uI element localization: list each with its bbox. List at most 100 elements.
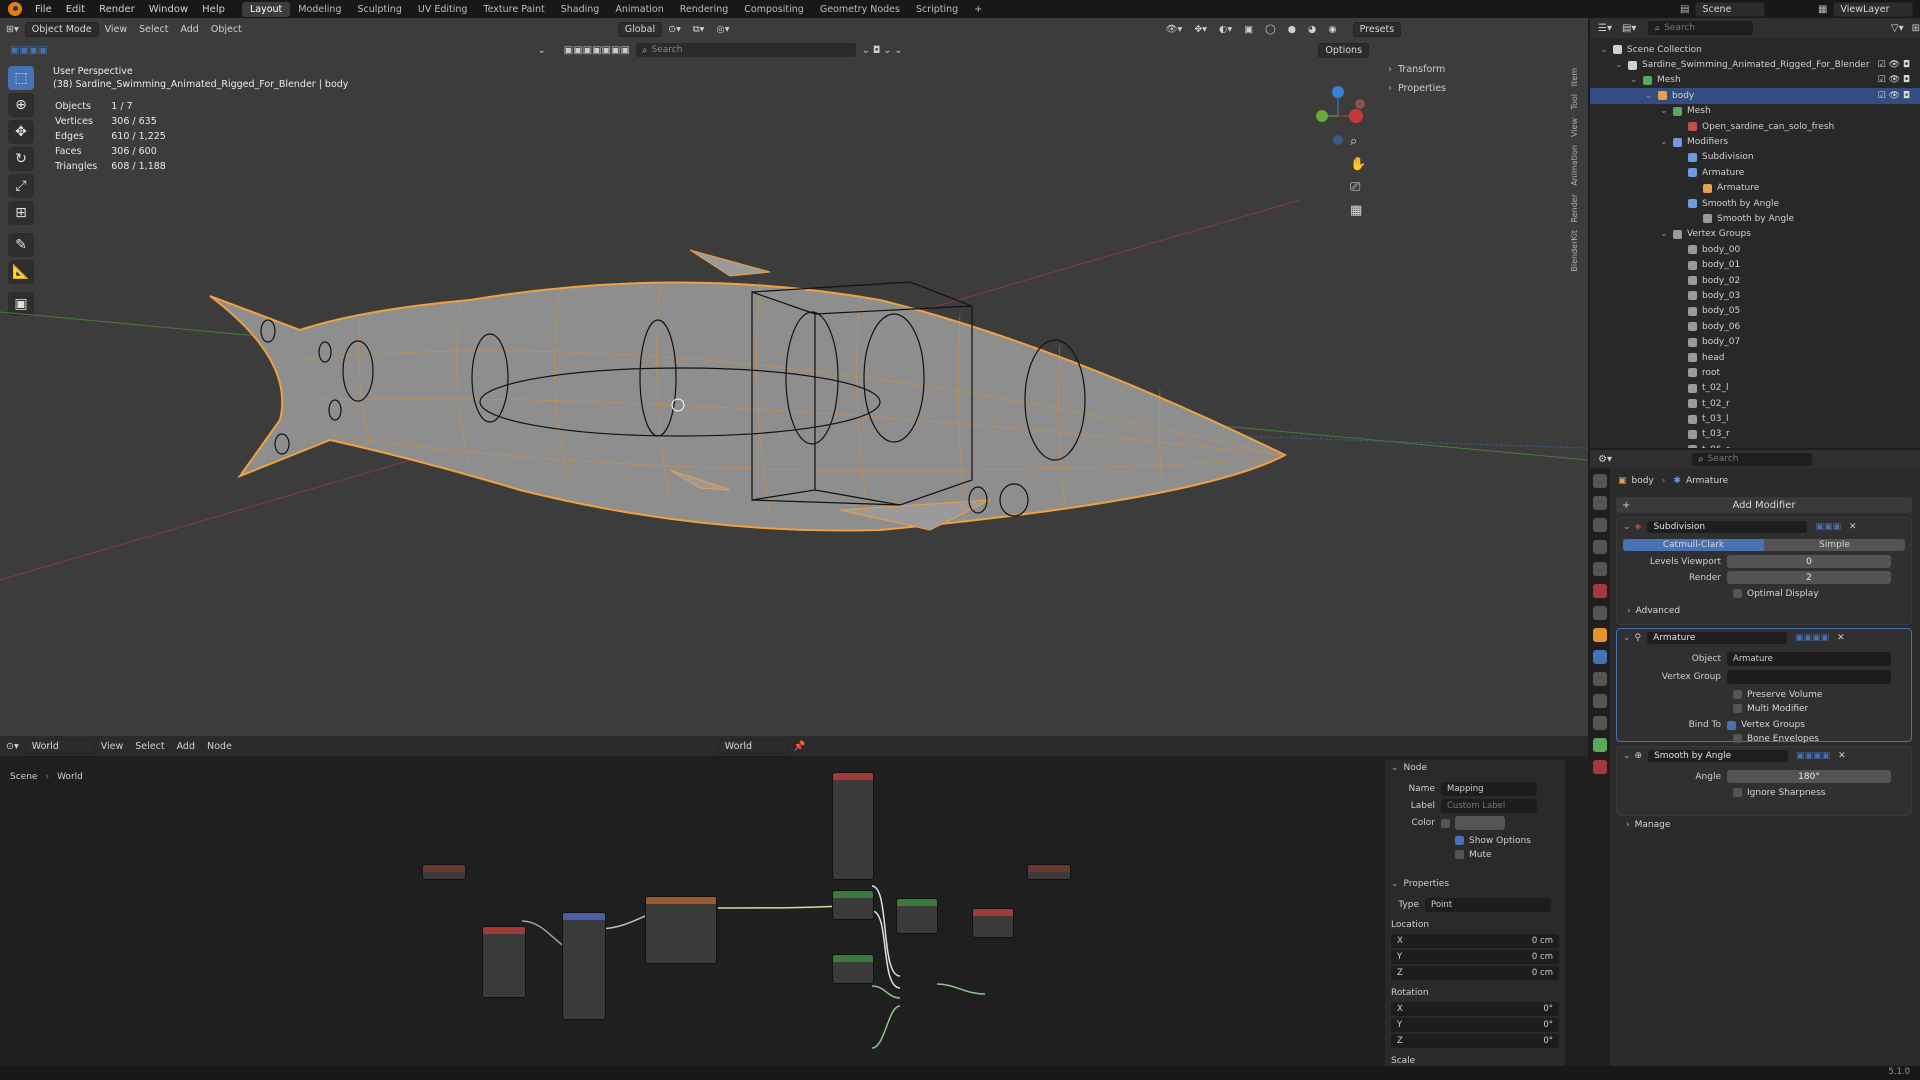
material-tab-icon[interactable] bbox=[1593, 760, 1607, 774]
chevron-down-icon[interactable]: ⌄ bbox=[1623, 633, 1631, 643]
chevron-down-icon[interactable]: ⌄ bbox=[1660, 106, 1670, 116]
viewlayer-selector[interactable]: ▦ ViewLayer bbox=[1818, 2, 1914, 17]
particles-tab-icon[interactable] bbox=[1593, 672, 1607, 686]
tab-rendering[interactable]: Rendering bbox=[672, 2, 737, 17]
add-workspace-button[interactable]: + bbox=[966, 2, 990, 17]
render-tab-icon[interactable] bbox=[1593, 496, 1607, 510]
tool-tab-icon[interactable] bbox=[1593, 474, 1607, 488]
tab-uv-editing[interactable]: UV Editing bbox=[410, 2, 476, 17]
scene-selector[interactable]: ▤ Scene bbox=[1680, 2, 1766, 17]
location-z-field[interactable]: Z 0 cm bbox=[1391, 966, 1559, 980]
menu-edit[interactable]: Edit bbox=[66, 4, 85, 15]
chevron-down-icon[interactable]: ⌄ bbox=[1660, 137, 1670, 147]
mix-shader-node[interactable] bbox=[896, 898, 938, 934]
menu-render[interactable]: Render bbox=[99, 4, 135, 15]
outliner-item[interactable]: Armature bbox=[1590, 165, 1920, 180]
bone-envelopes-row[interactable]: Bone Envelopes bbox=[1733, 734, 1911, 744]
outliner-item[interactable]: body_07 bbox=[1590, 334, 1920, 349]
node-label-field[interactable]: Custom Label bbox=[1441, 799, 1537, 813]
display-mode-icon[interactable]: ▤▾ bbox=[1622, 23, 1636, 34]
collection-tab-icon[interactable] bbox=[1593, 606, 1607, 620]
bone-envelopes-checkbox[interactable] bbox=[1733, 734, 1742, 743]
image-texture-node[interactable] bbox=[645, 896, 717, 964]
blender-logo-icon[interactable] bbox=[8, 2, 22, 16]
tab-modeling[interactable]: Modeling bbox=[290, 2, 349, 17]
menu-view[interactable]: View bbox=[105, 24, 128, 35]
rotation-x-field[interactable]: X 0° bbox=[1391, 1002, 1559, 1016]
tab-blenderkit[interactable]: BlenderKit bbox=[1570, 230, 1582, 272]
tab-texture-paint[interactable]: Texture Paint bbox=[475, 2, 552, 17]
simple-tab[interactable]: Simple bbox=[1764, 539, 1905, 551]
shading-rendered-icon[interactable]: ◉ bbox=[1328, 24, 1336, 35]
outliner-item[interactable]: t_02_r bbox=[1590, 396, 1920, 411]
shading-solid-icon[interactable]: ● bbox=[1288, 24, 1296, 35]
ortho-grid-icon[interactable]: ▦ bbox=[1350, 199, 1366, 222]
viewlayer-name[interactable]: ViewLayer bbox=[1833, 2, 1914, 17]
modifier-toggle-icons[interactable]: ▣▣▣ bbox=[1815, 522, 1841, 532]
preserve-volume-checkbox[interactable] bbox=[1733, 690, 1742, 699]
gizmo-icon[interactable]: ✥▾ bbox=[1194, 24, 1207, 35]
modifier-tab-icon[interactable] bbox=[1593, 650, 1607, 664]
tab-animation[interactable]: Animation bbox=[1570, 145, 1582, 186]
outliner-item[interactable]: Smooth by Angle bbox=[1590, 196, 1920, 211]
properties-search[interactable]: ⌕ Search bbox=[1691, 452, 1812, 466]
scene-tab-icon[interactable] bbox=[1593, 562, 1607, 576]
3d-viewport[interactable]: ⊞▾ Object Mode View Select Add Object Gl… bbox=[0, 18, 1588, 736]
outliner-item[interactable]: t_06_r bbox=[1590, 442, 1920, 448]
ignore-sharpness-row[interactable]: Ignore Sharpness bbox=[1733, 788, 1911, 798]
smooth-header[interactable]: ⌄ ⊕ Smooth by Angle ▣▣▣▣ ✕ bbox=[1617, 747, 1911, 764]
type-dropdown[interactable]: Point bbox=[1425, 898, 1551, 912]
subdivision-header[interactable]: ⌄ ◈ Subdivision ▣▣▣ ✕ bbox=[1617, 518, 1911, 535]
object-tab-icon[interactable] bbox=[1593, 628, 1607, 642]
outliner-item[interactable]: ⌄ Mesh bbox=[1590, 104, 1920, 119]
show-options-checkbox[interactable] bbox=[1455, 836, 1464, 845]
preserve-volume-row[interactable]: Preserve Volume bbox=[1733, 690, 1911, 700]
editor-type-icon[interactable]: ⊞▾ bbox=[6, 24, 19, 35]
background-node-2[interactable] bbox=[832, 954, 874, 984]
camera-icon[interactable]: ⎚ bbox=[1350, 176, 1366, 199]
outliner-item[interactable]: t_03_l bbox=[1590, 411, 1920, 426]
render-levels-field[interactable]: 2 bbox=[1727, 571, 1891, 584]
levels-viewport-field[interactable]: 0 bbox=[1727, 555, 1891, 568]
subdivision-name-field[interactable]: Subdivision bbox=[1647, 520, 1808, 533]
outliner-item[interactable]: ⌄ Mesh ☑ 👁 ◘ bbox=[1590, 73, 1920, 88]
overlay-icon[interactable]: ◐▾ bbox=[1219, 24, 1232, 35]
outliner-item[interactable]: Armature bbox=[1590, 181, 1920, 196]
output-tab-icon[interactable] bbox=[1593, 518, 1607, 532]
outliner-item[interactable]: body_06 bbox=[1590, 319, 1920, 334]
outliner-item[interactable]: ⌄ body ☑ 👁 ◘ bbox=[1590, 88, 1920, 104]
outliner-item[interactable]: body_00 bbox=[1590, 242, 1920, 257]
color-checkbox[interactable] bbox=[1441, 818, 1450, 828]
tab-view[interactable]: View bbox=[1570, 118, 1582, 137]
new-collection-icon[interactable]: ⊞ bbox=[1912, 23, 1920, 34]
texture-coordinate-node[interactable] bbox=[482, 926, 526, 998]
select-box-icons[interactable]: ▣▣▣▣ bbox=[10, 45, 48, 56]
visibility-icon[interactable]: 👁▾ bbox=[1165, 24, 1182, 35]
outliner-item[interactable]: root bbox=[1590, 365, 1920, 380]
properties-section-header[interactable]: ⌄ Properties bbox=[1385, 876, 1565, 892]
menu-select[interactable]: Select bbox=[139, 24, 168, 35]
world-output-node[interactable] bbox=[972, 908, 1014, 938]
transform-section[interactable]: › Transform bbox=[1388, 64, 1558, 75]
mute-row[interactable]: Mute bbox=[1455, 850, 1565, 860]
color-swatch[interactable] bbox=[1455, 816, 1505, 830]
armature-name-field[interactable]: Armature bbox=[1647, 631, 1788, 644]
node-section-header[interactable]: ⌄ Node bbox=[1385, 760, 1565, 776]
collapse-chevron-icon[interactable]: ⌄ bbox=[538, 45, 546, 56]
tab-compositing[interactable]: Compositing bbox=[736, 2, 812, 17]
outliner-item[interactable]: ⌄ Scene Collection bbox=[1590, 42, 1920, 57]
tab-layout[interactable]: Layout bbox=[241, 1, 291, 17]
bookmark-icon[interactable]: ⌄ ◘ ⌄ ⌄ bbox=[862, 45, 902, 56]
node-name-field[interactable]: Mapping bbox=[1441, 782, 1537, 796]
optimal-display-checkbox[interactable] bbox=[1733, 589, 1742, 598]
frame-node[interactable] bbox=[1027, 864, 1071, 880]
outliner-item[interactable]: Smooth by Angle bbox=[1590, 211, 1920, 226]
visibility-toggle-icon[interactable]: ☑ 👁 ◘ bbox=[1878, 91, 1910, 101]
outliner-item[interactable]: Subdivision bbox=[1590, 150, 1920, 165]
close-icon[interactable]: ✕ bbox=[1849, 522, 1857, 532]
properties-section[interactable]: › Properties bbox=[1388, 83, 1558, 94]
tab-animation[interactable]: Animation bbox=[607, 2, 671, 17]
armature-header[interactable]: ⌄ ⚲ Armature ▣▣▣▣ ✕ bbox=[1617, 629, 1911, 646]
chevron-down-icon[interactable]: ⌄ bbox=[1645, 91, 1655, 101]
rotation-z-field[interactable]: Z 0° bbox=[1391, 1034, 1559, 1048]
